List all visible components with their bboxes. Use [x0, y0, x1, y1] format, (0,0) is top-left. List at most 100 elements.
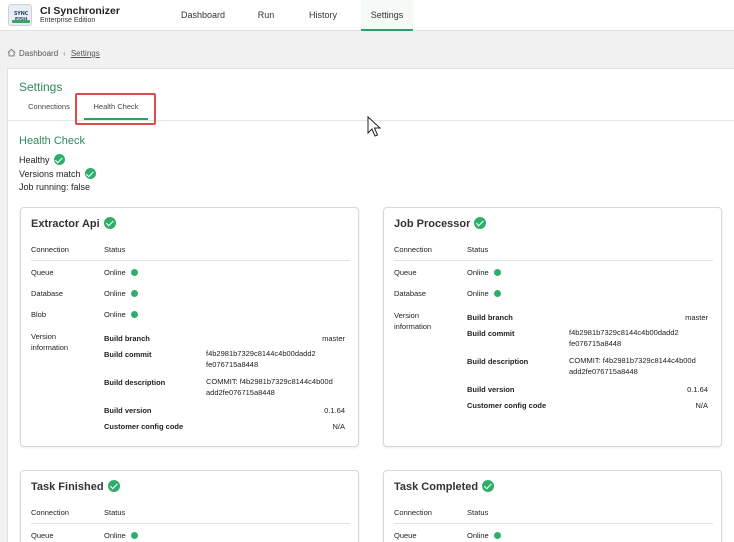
- nav-settings[interactable]: Settings: [361, 0, 413, 31]
- customer-config-value: N/A: [332, 422, 345, 431]
- version-information-label: Version information: [394, 311, 432, 331]
- card-title: Extractor Api: [31, 217, 116, 230]
- extractor-title: Extractor Api: [31, 218, 100, 230]
- connection-name: Queue: [394, 268, 417, 277]
- check-circle-icon: [53, 154, 65, 165]
- build-version-label: Build version: [104, 406, 152, 415]
- connection-status: Online: [104, 268, 138, 277]
- build-description-value: COMMIT: f4b2981b7329c8144c4b00dadd2fe076…: [569, 356, 696, 376]
- build-commit-label: Build commit: [467, 329, 515, 338]
- processor-title: Job Processor: [394, 218, 471, 230]
- status-text: Online: [467, 268, 489, 277]
- card-title: Job Processor: [394, 217, 487, 230]
- status-dot-icon: [130, 532, 138, 539]
- build-description-label: Build description: [104, 378, 166, 387]
- status-header: Status: [104, 508, 126, 517]
- status-text: Online: [104, 310, 126, 319]
- connection-status: Online: [104, 531, 138, 540]
- connection-header: Connection: [394, 245, 432, 254]
- healthy-row: Healthy: [19, 154, 65, 165]
- connection-name: Database: [394, 289, 427, 298]
- status-dot-icon: [493, 269, 501, 276]
- build-branch-value: master: [322, 334, 345, 343]
- task-finished-card: Task Finished Connection Status Queue On…: [20, 470, 359, 542]
- breadcrumb-settings[interactable]: Settings: [71, 49, 100, 58]
- status-header: Status: [467, 508, 489, 517]
- connection-name: Queue: [31, 268, 54, 277]
- connection-status: Online: [467, 268, 501, 277]
- build-commit-label: Build commit: [104, 350, 152, 359]
- connection-status: Online: [467, 531, 501, 540]
- status-text: Online: [104, 289, 126, 298]
- card-title: Task Completed: [394, 480, 495, 493]
- status-text: Online: [467, 531, 489, 540]
- logo-bar: [12, 20, 30, 23]
- highlight-box: [75, 93, 156, 125]
- status-header: Status: [467, 245, 489, 254]
- extractor-api-card: Extractor Api Connection Status Queue On…: [20, 207, 359, 447]
- status-dot-icon: [130, 269, 138, 276]
- top-bar: SYNC FISH CI Synchronizer Enterprise Edi…: [0, 0, 734, 31]
- build-description-label: Build description: [467, 357, 529, 366]
- health-check-title: Health Check: [19, 135, 86, 147]
- mouse-pointer-icon: [367, 115, 383, 140]
- versions-match-row: Versions match: [19, 168, 96, 179]
- build-branch-value: master: [685, 313, 708, 322]
- tab-connections[interactable]: Connections: [22, 102, 76, 111]
- status-text: Online: [104, 268, 126, 277]
- connection-status: Online: [104, 289, 138, 298]
- build-version-value: 0.1.64: [324, 406, 345, 415]
- app-name: CI Synchronizer: [40, 5, 120, 17]
- status-dot-icon: [130, 290, 138, 297]
- header-divider: [394, 260, 713, 261]
- status-dot-icon: [130, 311, 138, 318]
- breadcrumb: Dashboard ‹ Settings: [7, 48, 100, 59]
- healthy-label: Healthy: [19, 155, 50, 165]
- status-dot-icon: [493, 290, 501, 297]
- connection-status: Online: [104, 310, 138, 319]
- check-circle-icon: [84, 168, 96, 179]
- connection-header: Connection: [31, 245, 69, 254]
- header-divider: [31, 523, 350, 524]
- task-completed-title: Task Completed: [394, 481, 479, 493]
- customer-config-label: Customer config code: [467, 401, 547, 410]
- build-version-value: 0.1.64: [687, 385, 708, 394]
- status-dot-icon: [493, 532, 501, 539]
- home-icon: [7, 48, 16, 59]
- task-completed-card: Task Completed Connection Status Queue O…: [383, 470, 722, 542]
- build-commit-value: f4b2981b7329c8144c4b00dadd2fe076715a8448: [206, 349, 316, 369]
- check-circle-icon: [107, 480, 120, 492]
- build-branch-label: Build branch: [467, 313, 513, 322]
- connection-name: Queue: [394, 531, 417, 540]
- connection-name: Blob: [31, 310, 47, 319]
- version-information-label: Version information: [31, 332, 69, 352]
- app-logo[interactable]: SYNC FISH: [8, 4, 32, 26]
- task-finished-title: Task Finished: [31, 481, 104, 493]
- connection-header: Connection: [394, 508, 432, 517]
- check-circle-icon: [482, 480, 495, 492]
- header-divider: [31, 260, 350, 261]
- status-header: Status: [104, 245, 126, 254]
- job-running-row: Job running: false: [19, 182, 91, 192]
- connection-name: Database: [31, 289, 64, 298]
- build-commit-value: f4b2981b7329c8144c4b00dadd2fe076715a8448: [569, 328, 679, 348]
- build-description-value: COMMIT: f4b2981b7329c8144c4b00dadd2fe076…: [206, 377, 333, 397]
- breadcrumb-separator: ‹: [63, 49, 66, 58]
- check-circle-icon: [103, 217, 116, 229]
- connection-name: Queue: [31, 531, 54, 540]
- connection-status: Online: [467, 289, 501, 298]
- nav-history[interactable]: History: [296, 0, 350, 31]
- customer-config-label: Customer config code: [104, 422, 184, 431]
- job-processor-card: Job Processor Connection Status Queue On…: [383, 207, 722, 447]
- check-circle-icon: [474, 217, 487, 229]
- header-divider: [394, 523, 713, 524]
- card-title: Task Finished: [31, 480, 120, 493]
- connection-header: Connection: [31, 508, 69, 517]
- status-text: Online: [467, 289, 489, 298]
- nav-dashboard[interactable]: Dashboard: [170, 0, 236, 31]
- versions-match-label: Versions match: [19, 169, 81, 179]
- breadcrumb-dashboard[interactable]: Dashboard: [19, 49, 58, 58]
- build-version-label: Build version: [467, 385, 515, 394]
- status-text: Online: [104, 531, 126, 540]
- nav-run[interactable]: Run: [246, 0, 286, 31]
